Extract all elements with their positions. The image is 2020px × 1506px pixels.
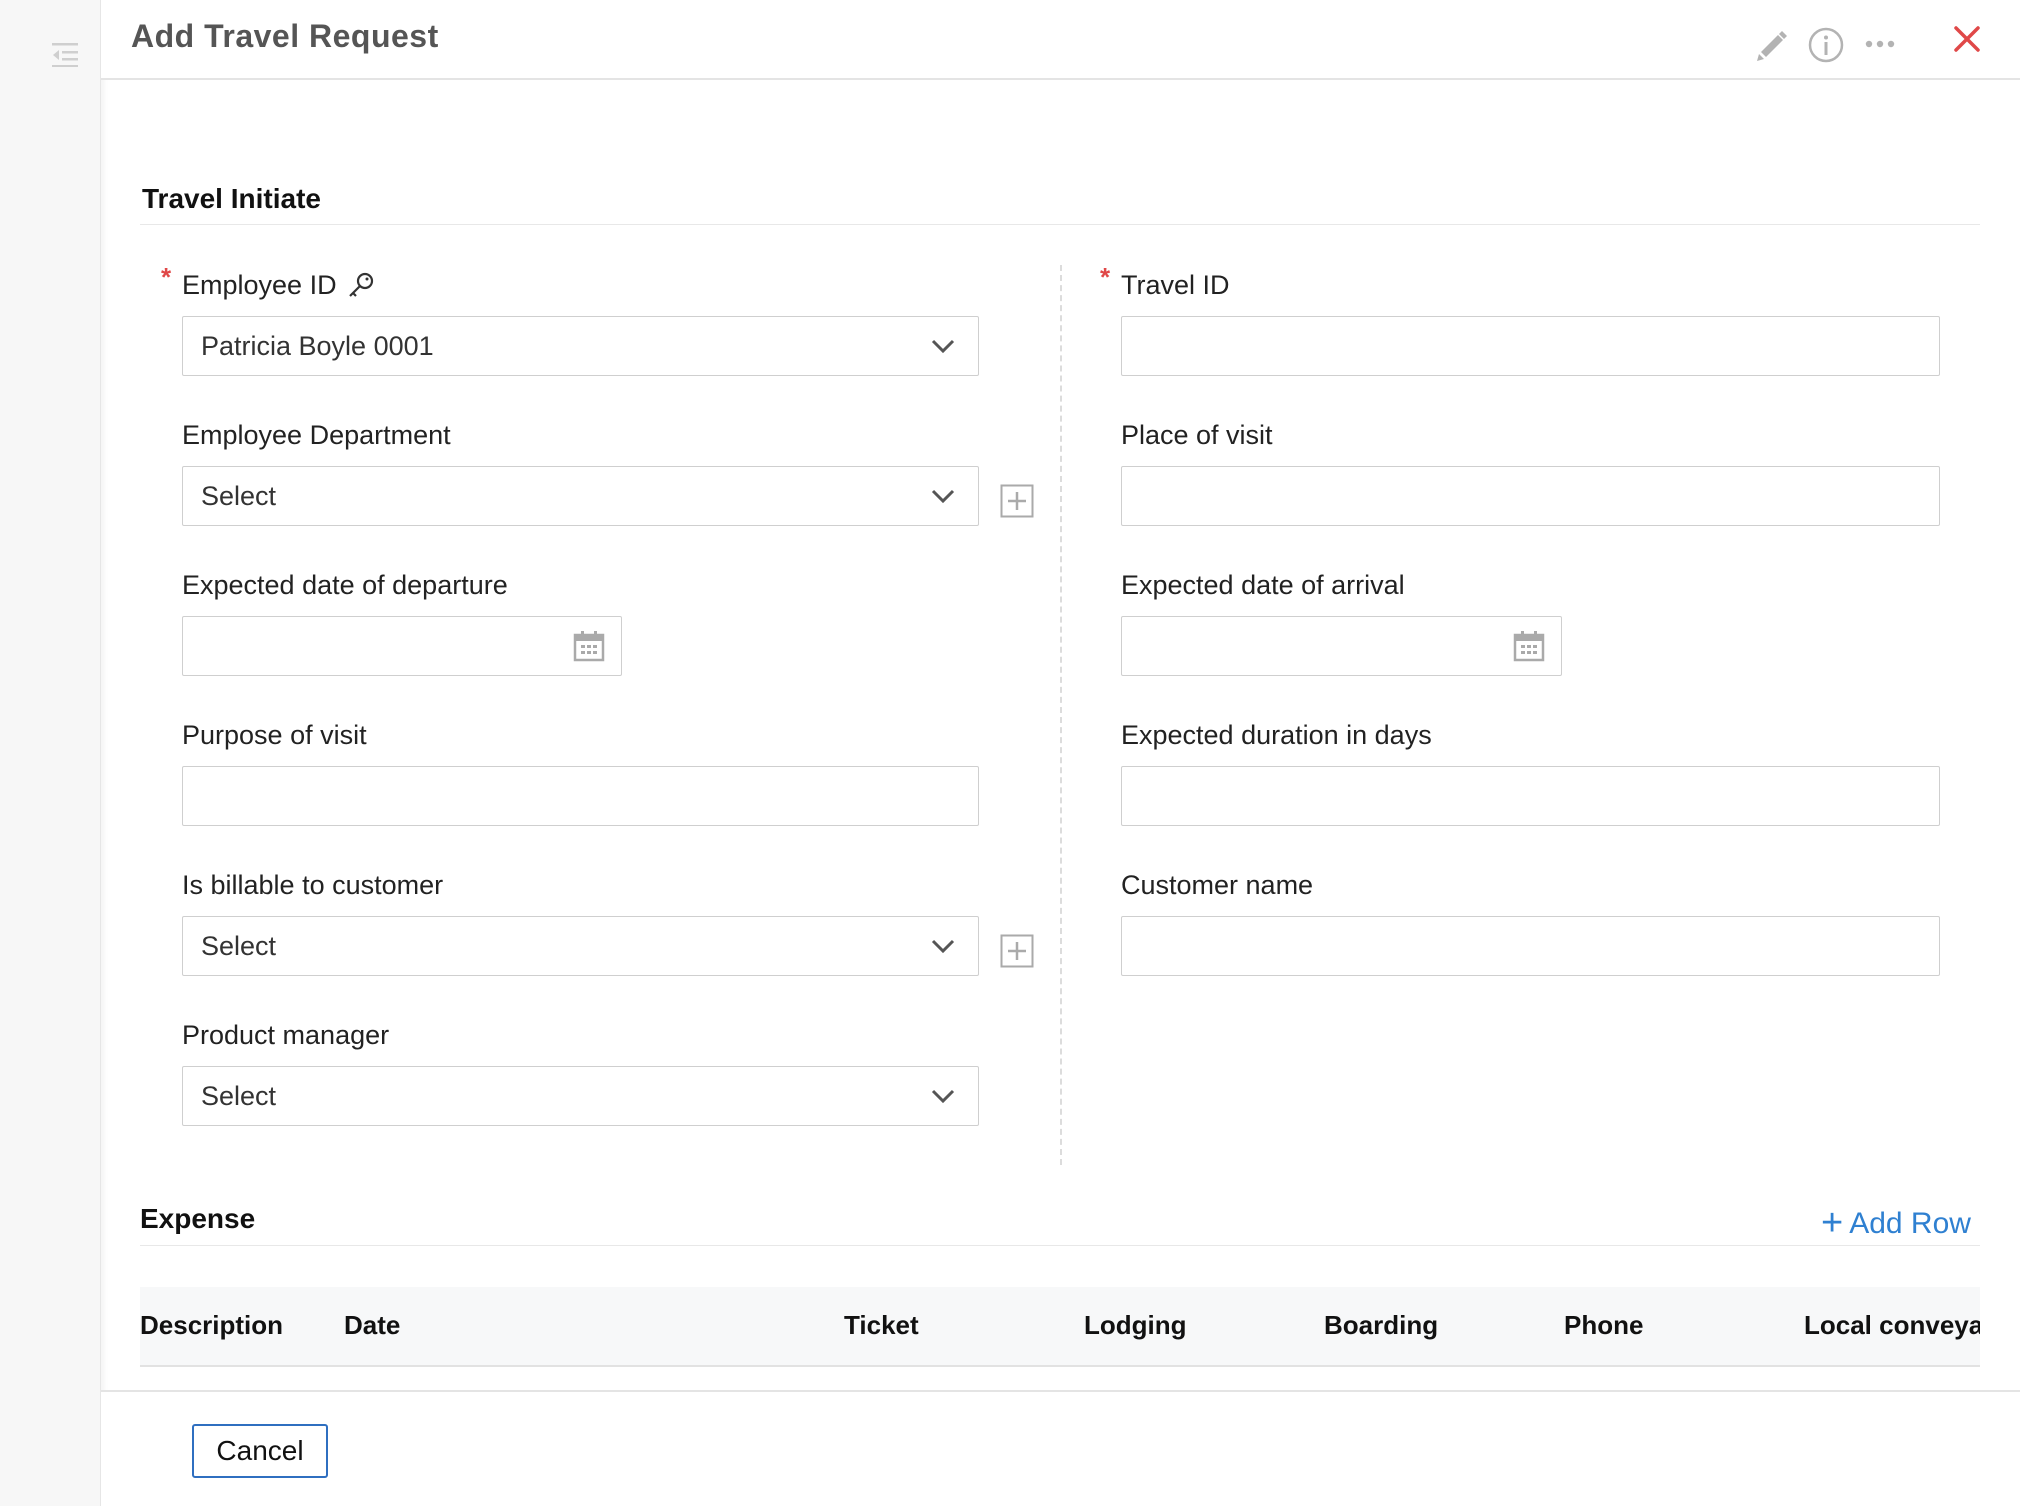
info-icon[interactable] [1807, 26, 1845, 64]
add-row-button[interactable]: + Add Row [1821, 1200, 1971, 1244]
place-of-visit-input[interactable] [1121, 466, 1940, 526]
section-divider [140, 1245, 1980, 1246]
billable-value: Select [201, 931, 277, 961]
add-option-icon[interactable] [1000, 484, 1034, 518]
departure-date-input[interactable] [182, 616, 622, 676]
expense-table-header: Description Date Ticket Lodging Boarding… [140, 1287, 1980, 1367]
add-option-icon[interactable] [1000, 934, 1034, 968]
dialog-title: Add Travel Request [131, 18, 439, 54]
purpose-input[interactable] [182, 766, 979, 826]
edit-icon[interactable] [1753, 26, 1789, 62]
column-header-lodging: Lodging [1084, 1310, 1187, 1340]
key-icon [349, 272, 374, 297]
chevron-down-icon [931, 939, 955, 954]
column-header-date: Date [344, 1310, 401, 1340]
employee-id-select[interactable]: Patricia Boyle 0001 [182, 316, 979, 376]
dialog-footer: Cancel [101, 1390, 2020, 1506]
employee-department-select[interactable]: Select [182, 466, 979, 526]
calendar-icon[interactable] [573, 630, 605, 662]
column-header-local-conveyance: Local conveya [1804, 1310, 1980, 1340]
departure-date-label: Expected date of departure [182, 570, 508, 600]
required-marker: * [1100, 262, 1111, 292]
travel-id-input[interactable] [1121, 316, 1940, 376]
arrival-date-input[interactable] [1121, 616, 1562, 676]
add-row-label: Add Row [1849, 1207, 1971, 1240]
arrival-date-label: Expected date of arrival [1121, 570, 1405, 600]
product-manager-value: Select [201, 1081, 277, 1111]
close-icon[interactable] [1952, 24, 1982, 54]
purpose-label: Purpose of visit [182, 720, 367, 750]
section-divider [140, 224, 1980, 225]
travel-request-page: Add Travel Request Travel Initiate * Emp… [0, 0, 2020, 1506]
billable-select[interactable]: Select [182, 916, 979, 976]
section-title-expense: Expense [140, 1203, 256, 1234]
chevron-down-icon [931, 339, 955, 354]
employee-department-label: Employee Department [182, 420, 451, 450]
employee-id-value: Patricia Boyle 0001 [201, 331, 434, 361]
dialog-header: Add Travel Request [101, 0, 2020, 80]
required-marker: * [161, 262, 172, 292]
cancel-button[interactable]: Cancel [192, 1424, 328, 1478]
product-manager-label: Product manager [182, 1020, 390, 1050]
product-manager-select[interactable]: Select [182, 1066, 979, 1126]
chevron-down-icon [931, 1089, 955, 1104]
duration-days-input[interactable] [1121, 766, 1940, 826]
duration-days-label: Expected duration in days [1121, 720, 1432, 750]
calendar-icon[interactable] [1513, 630, 1545, 662]
column-header-description: Description [140, 1310, 284, 1340]
left-rail [0, 0, 101, 1506]
employee-id-label: Employee ID [182, 270, 337, 300]
customer-name-input[interactable] [1121, 916, 1940, 976]
more-icon[interactable] [1863, 26, 1899, 62]
column-header-phone: Phone [1564, 1310, 1644, 1340]
section-title-travel-initiate: Travel Initiate [142, 183, 321, 214]
employee-department-value: Select [201, 481, 277, 511]
travel-id-label: Travel ID [1121, 270, 1230, 300]
billable-label: Is billable to customer [182, 870, 444, 900]
column-header-boarding: Boarding [1324, 1310, 1439, 1340]
plus-icon: + [1821, 1202, 1844, 1244]
column-divider [1060, 265, 1062, 1165]
column-header-ticket: Ticket [844, 1310, 919, 1340]
customer-name-label: Customer name [1121, 870, 1314, 900]
sidebar-toggle-icon[interactable] [52, 41, 82, 67]
place-of-visit-label: Place of visit [1121, 420, 1273, 450]
chevron-down-icon [931, 489, 955, 504]
